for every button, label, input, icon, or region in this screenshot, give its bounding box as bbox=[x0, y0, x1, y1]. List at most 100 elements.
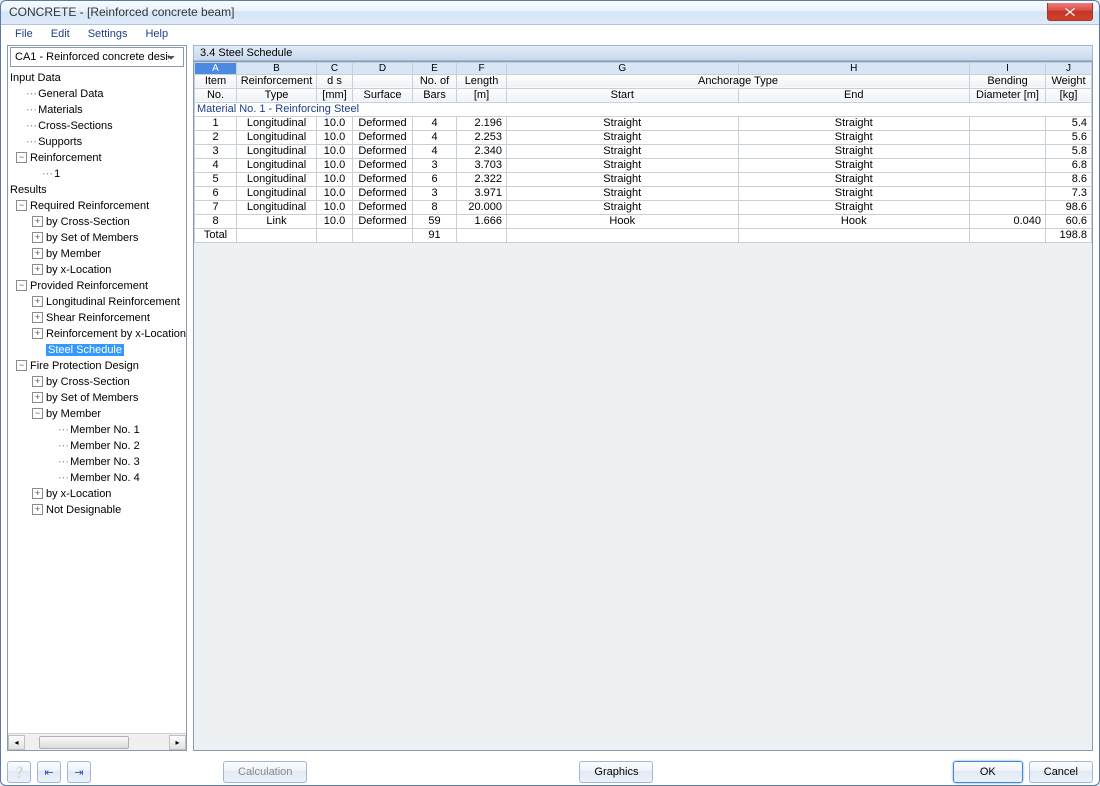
cell-weight[interactable]: 98.6 bbox=[1046, 200, 1092, 214]
collapse-icon[interactable]: − bbox=[16, 152, 27, 163]
case-dropdown[interactable]: CA1 - Reinforced concrete design bbox=[10, 47, 184, 67]
tree-not-designable[interactable]: +Not Designable bbox=[8, 502, 186, 518]
graphics-button[interactable]: Graphics bbox=[579, 761, 653, 783]
cell-type[interactable]: Longitudinal bbox=[237, 158, 317, 172]
cell-surface[interactable]: Deformed bbox=[353, 172, 413, 186]
cell-no[interactable]: 4 bbox=[195, 158, 237, 172]
cell-bend[interactable] bbox=[970, 186, 1046, 200]
cell-bars[interactable]: 4 bbox=[413, 144, 457, 158]
cell-length[interactable]: 3.971 bbox=[457, 186, 507, 200]
cell-start[interactable]: Straight bbox=[507, 186, 739, 200]
cell-bars[interactable]: 4 bbox=[413, 116, 457, 130]
cell-bars[interactable]: 4 bbox=[413, 130, 457, 144]
scroll-thumb[interactable] bbox=[39, 736, 129, 749]
col-I[interactable]: I bbox=[970, 62, 1046, 74]
cell-start[interactable]: Straight bbox=[507, 130, 739, 144]
tree-provided-reinforcement[interactable]: −Provided Reinforcement bbox=[8, 278, 186, 294]
tree-req-by-cs[interactable]: +by Cross-Section bbox=[8, 214, 186, 230]
cell-end[interactable]: Straight bbox=[738, 144, 970, 158]
cell-end[interactable]: Straight bbox=[738, 200, 970, 214]
cell-surface[interactable]: Deformed bbox=[353, 130, 413, 144]
tree-req-by-xloc[interactable]: +by x-Location bbox=[8, 262, 186, 278]
cell-end[interactable]: Straight bbox=[738, 158, 970, 172]
cell-bars[interactable]: 59 bbox=[413, 214, 457, 228]
menu-settings[interactable]: Settings bbox=[80, 27, 136, 41]
cell-start[interactable]: Straight bbox=[507, 158, 739, 172]
tree-member-2[interactable]: ⋯ Member No. 2 bbox=[8, 438, 186, 454]
tree-supports[interactable]: ⋯ Supports bbox=[8, 134, 186, 150]
cell-type[interactable]: Longitudinal bbox=[237, 200, 317, 214]
tree-member-3[interactable]: ⋯ Member No. 3 bbox=[8, 454, 186, 470]
cell-end[interactable]: Straight bbox=[738, 186, 970, 200]
menu-edit[interactable]: Edit bbox=[43, 27, 78, 41]
scroll-right-icon[interactable]: ▸ bbox=[169, 735, 186, 750]
cell-type[interactable]: Longitudinal bbox=[237, 116, 317, 130]
col-A[interactable]: A bbox=[195, 62, 237, 74]
cell-bars[interactable]: 6 bbox=[413, 172, 457, 186]
cell-bend[interactable] bbox=[970, 200, 1046, 214]
cell-weight[interactable]: 60.6 bbox=[1046, 214, 1092, 228]
expand-icon[interactable]: + bbox=[32, 216, 43, 227]
cell-weight[interactable]: 5.6 bbox=[1046, 130, 1092, 144]
expand-icon[interactable]: + bbox=[32, 232, 43, 243]
cell-no[interactable]: 1 bbox=[195, 116, 237, 130]
close-icon[interactable] bbox=[1047, 3, 1093, 21]
tree-results[interactable]: Results bbox=[8, 182, 186, 198]
collapse-icon[interactable]: − bbox=[16, 360, 27, 371]
cell-weight[interactable]: 5.8 bbox=[1046, 144, 1092, 158]
menu-file[interactable]: File bbox=[7, 27, 41, 41]
col-B[interactable]: B bbox=[237, 62, 317, 74]
cell-bend[interactable]: 0.040 bbox=[970, 214, 1046, 228]
cell-bend[interactable] bbox=[970, 172, 1046, 186]
expand-icon[interactable]: + bbox=[32, 312, 43, 323]
data-grid[interactable]: A B C D E F G H I J Item bbox=[193, 61, 1093, 751]
cell-ds[interactable]: 10.0 bbox=[317, 200, 353, 214]
cell-start[interactable]: Straight bbox=[507, 200, 739, 214]
titlebar[interactable]: CONCRETE - [Reinforced concrete beam] bbox=[1, 1, 1099, 25]
cell-surface[interactable]: Deformed bbox=[353, 186, 413, 200]
col-D[interactable]: D bbox=[353, 62, 413, 74]
cell-surface[interactable]: Deformed bbox=[353, 116, 413, 130]
cell-end[interactable]: Straight bbox=[738, 116, 970, 130]
calculation-button[interactable]: Calculation bbox=[223, 761, 307, 783]
table-row[interactable]: 1Longitudinal10.0Deformed42.196StraightS… bbox=[195, 116, 1092, 130]
tree-prov-shear[interactable]: +Shear Reinforcement bbox=[8, 310, 186, 326]
cancel-button[interactable]: Cancel bbox=[1029, 761, 1093, 783]
tree-prov-by-xloc[interactable]: +Reinforcement by x-Location bbox=[8, 326, 186, 342]
cell-no[interactable]: 3 bbox=[195, 144, 237, 158]
expand-icon[interactable]: + bbox=[32, 328, 43, 339]
tree-fire-by-member[interactable]: −by Member bbox=[8, 406, 186, 422]
col-H[interactable]: H bbox=[738, 62, 970, 74]
cell-no[interactable]: 8 bbox=[195, 214, 237, 228]
cell-start[interactable]: Straight bbox=[507, 172, 739, 186]
prev-button[interactable]: ⇤ bbox=[37, 761, 61, 783]
tree-input-data[interactable]: Input Data bbox=[8, 70, 186, 86]
cell-surface[interactable]: Deformed bbox=[353, 144, 413, 158]
cell-surface[interactable]: Deformed bbox=[353, 200, 413, 214]
cell-length[interactable]: 2.322 bbox=[457, 172, 507, 186]
table-row[interactable]: 3Longitudinal10.0Deformed42.340StraightS… bbox=[195, 144, 1092, 158]
tree-steel-schedule[interactable]: Steel Schedule bbox=[8, 342, 186, 358]
tree-fire-by-cs[interactable]: +by Cross-Section bbox=[8, 374, 186, 390]
cell-weight[interactable]: 7.3 bbox=[1046, 186, 1092, 200]
collapse-icon[interactable]: − bbox=[32, 408, 43, 419]
cell-bend[interactable] bbox=[970, 158, 1046, 172]
tree-fire-by-set[interactable]: +by Set of Members bbox=[8, 390, 186, 406]
cell-ds[interactable]: 10.0 bbox=[317, 214, 353, 228]
cell-ds[interactable]: 10.0 bbox=[317, 186, 353, 200]
cell-weight[interactable]: 6.8 bbox=[1046, 158, 1092, 172]
cell-type[interactable]: Link bbox=[237, 214, 317, 228]
cell-no[interactable]: 2 bbox=[195, 130, 237, 144]
cell-length[interactable]: 2.340 bbox=[457, 144, 507, 158]
cell-type[interactable]: Longitudinal bbox=[237, 186, 317, 200]
menu-help[interactable]: Help bbox=[137, 27, 176, 41]
expand-icon[interactable]: + bbox=[32, 264, 43, 275]
cell-length[interactable]: 1.666 bbox=[457, 214, 507, 228]
tree-fire-by-xloc[interactable]: +by x-Location bbox=[8, 486, 186, 502]
tree-member-1[interactable]: ⋯ Member No. 1 bbox=[8, 422, 186, 438]
cell-length[interactable]: 3.703 bbox=[457, 158, 507, 172]
sidebar-hscroll[interactable]: ◂ ▸ bbox=[8, 733, 186, 750]
cell-bend[interactable] bbox=[970, 116, 1046, 130]
cell-end[interactable]: Straight bbox=[738, 130, 970, 144]
cell-length[interactable]: 20.000 bbox=[457, 200, 507, 214]
